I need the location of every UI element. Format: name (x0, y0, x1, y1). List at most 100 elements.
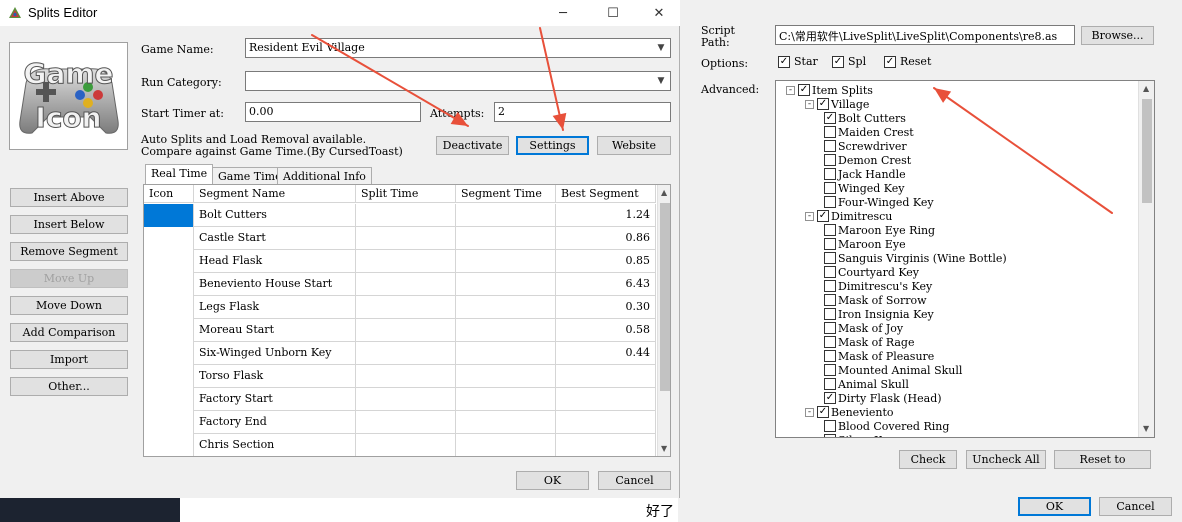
move-down-button[interactable]: Move Down (10, 296, 128, 315)
segment-icon-cell[interactable] (144, 434, 194, 456)
segment-icon-cell[interactable] (144, 227, 194, 250)
tree-item[interactable]: Silver Key (824, 433, 895, 437)
split-time-cell[interactable] (356, 273, 456, 296)
segment-time-cell[interactable] (456, 227, 556, 250)
reset-checkbox[interactable]: ✓ (884, 55, 896, 68)
tab-additional-info[interactable]: Additional Info (277, 167, 372, 185)
tree-item-checkbox[interactable] (824, 266, 836, 278)
settings-ok-button[interactable]: OK (1018, 497, 1091, 516)
tree-item[interactable]: Demon Crest (824, 153, 911, 167)
collapse-icon[interactable]: - (805, 211, 814, 221)
segment-time-cell[interactable] (456, 319, 556, 342)
tree-item-checkbox[interactable] (824, 238, 836, 250)
settings-button[interactable]: Settings (516, 136, 589, 155)
tree-item-checkbox[interactable] (824, 224, 836, 236)
segment-icon-cell[interactable] (144, 388, 194, 411)
tree-item-checkbox[interactable]: ✓ (824, 112, 836, 124)
chevron-down-icon[interactable]: ▼ (654, 40, 668, 56)
tree-item[interactable]: Courtyard Key (824, 265, 919, 279)
tree-item-checkbox[interactable] (824, 378, 836, 390)
column-header-segment-name[interactable]: Segment Name (194, 185, 356, 203)
table-row[interactable]: Legs Flask 0.30 (144, 296, 656, 319)
tree-item[interactable]: Mask of Joy (824, 321, 903, 335)
best-segment-cell[interactable] (556, 411, 656, 434)
tree-item[interactable]: - ✓ Beneviento (805, 405, 894, 419)
title-bar[interactable]: Splits Editor ─ ☐ ✕ (0, 0, 680, 26)
tree-item-checkbox[interactable] (824, 364, 836, 376)
tree-item-checkbox[interactable]: ✓ (824, 392, 836, 404)
close-button[interactable]: ✕ (636, 0, 682, 26)
collapse-icon[interactable]: - (786, 85, 795, 95)
split-time-cell[interactable] (356, 388, 456, 411)
segment-icon-cell[interactable] (144, 365, 194, 388)
tree-item[interactable]: Maiden Crest (824, 125, 914, 139)
split-time-cell[interactable] (356, 434, 456, 456)
table-row[interactable]: Factory End (144, 411, 656, 434)
tree-item[interactable]: Jack Handle (824, 167, 906, 181)
column-header-icon[interactable]: Icon (144, 185, 194, 203)
segment-name-cell[interactable]: Legs Flask (194, 296, 356, 319)
tree-item-checkbox[interactable] (824, 434, 836, 437)
segment-name-cell[interactable]: Head Flask (194, 250, 356, 273)
tree-item-checkbox[interactable] (824, 140, 836, 152)
tree-item[interactable]: Maroon Eye (824, 237, 906, 251)
tree-item-checkbox[interactable]: ✓ (817, 210, 829, 222)
best-segment-cell[interactable]: 0.86 (556, 227, 656, 250)
segment-name-cell[interactable]: Factory Start (194, 388, 356, 411)
tree-item-checkbox[interactable] (824, 126, 836, 138)
segment-time-cell[interactable] (456, 296, 556, 319)
tree-item-checkbox[interactable] (824, 182, 836, 194)
best-segment-cell[interactable]: 0.30 (556, 296, 656, 319)
table-row[interactable]: Bolt Cutters 1.24 (144, 204, 656, 227)
best-segment-cell[interactable]: 1.24 (556, 204, 656, 227)
browse-button[interactable]: Browse... (1081, 26, 1154, 45)
tree-item-checkbox[interactable] (824, 322, 836, 334)
reset-to-button[interactable]: Reset to (1054, 450, 1151, 469)
insert-above-button[interactable]: Insert Above (10, 188, 128, 207)
column-header-segment-time[interactable]: Segment Time (456, 185, 556, 203)
other-button[interactable]: Other... (10, 377, 128, 396)
segments-grid[interactable]: Icon Segment Name Split Time Segment Tim… (143, 184, 671, 457)
tree-item[interactable]: Winged Key (824, 181, 904, 195)
import-button[interactable]: Import (10, 350, 128, 369)
segment-icon-cell[interactable] (144, 411, 194, 434)
tree-item[interactable]: Sanguis Virginis (Wine Bottle) (824, 251, 1007, 265)
segment-name-cell[interactable]: Factory End (194, 411, 356, 434)
tree-item[interactable]: Mask of Sorrow (824, 293, 927, 307)
split-time-cell[interactable] (356, 296, 456, 319)
advanced-settings-tree[interactable]: - ✓ Item Splits - ✓ Village ✓ Bolt Cutters Maide… (775, 80, 1155, 438)
tree-item[interactable]: ✓ Dirty Flask (Head) (824, 391, 942, 405)
tree-item-checkbox[interactable]: ✓ (798, 84, 810, 96)
move-up-button[interactable]: Move Up (10, 269, 128, 288)
segment-name-cell[interactable]: Beneviento House Start (194, 273, 356, 296)
best-segment-cell[interactable]: 6.43 (556, 273, 656, 296)
tree-item-checkbox[interactable] (824, 308, 836, 320)
collapse-icon[interactable]: - (805, 407, 814, 417)
split-time-cell[interactable] (356, 319, 456, 342)
start-timer-input[interactable]: 0.00 (245, 102, 421, 122)
scroll-down-icon[interactable]: ▼ (661, 444, 667, 453)
tree-item-checkbox[interactable] (824, 280, 836, 292)
best-segment-cell[interactable]: 0.44 (556, 342, 656, 365)
remove-segment-button[interactable]: Remove Segment (10, 242, 128, 261)
tree-item-checkbox[interactable] (824, 154, 836, 166)
tree-item-checkbox[interactable] (824, 196, 836, 208)
split-time-cell[interactable] (356, 342, 456, 365)
scroll-up-icon[interactable]: ▲ (1143, 84, 1149, 93)
option-start[interactable]: ✓ Star (778, 55, 818, 68)
split-time-cell[interactable] (356, 227, 456, 250)
segment-name-cell[interactable]: Six-Winged Unborn Key (194, 342, 356, 365)
tab-real-time[interactable]: Real Time (145, 164, 214, 184)
attempts-input[interactable]: 2 (494, 102, 671, 122)
best-segment-cell[interactable]: 0.58 (556, 319, 656, 342)
game-icon-button[interactable]: Game Icon (9, 42, 128, 150)
segment-time-cell[interactable] (456, 411, 556, 434)
cancel-button[interactable]: Cancel (598, 471, 671, 490)
segment-time-cell[interactable] (456, 388, 556, 411)
tree-item[interactable]: Dimitrescu's Key (824, 279, 932, 293)
settings-cancel-button[interactable]: Cancel (1099, 497, 1172, 516)
tree-scrollbar[interactable]: ▲ ▼ (1138, 81, 1154, 437)
segment-icon-cell[interactable] (144, 273, 194, 296)
tree-item[interactable]: Maroon Eye Ring (824, 223, 935, 237)
segment-icon-cell[interactable] (144, 342, 194, 365)
